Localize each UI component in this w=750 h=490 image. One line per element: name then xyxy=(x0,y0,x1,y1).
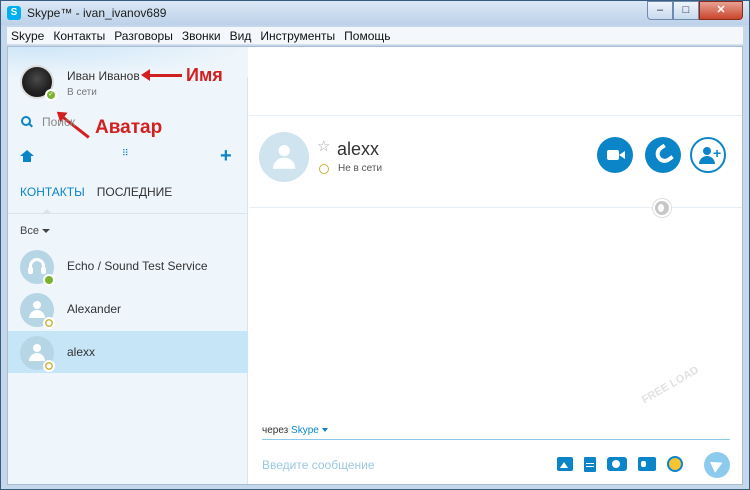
active-tab-indicator xyxy=(42,209,52,214)
audio-call-button[interactable] xyxy=(645,137,681,173)
message-input[interactable] xyxy=(262,455,542,475)
contact-name: Alexander xyxy=(67,302,122,316)
menu-view[interactable]: Вид xyxy=(230,29,252,43)
add-contact-icon: + xyxy=(699,145,722,165)
close-button[interactable]: ✕ xyxy=(699,1,743,20)
contact-filter-dropdown[interactable]: Все xyxy=(20,225,50,237)
minimize-button[interactable]: – xyxy=(647,1,673,20)
video-call-button[interactable] xyxy=(597,137,633,173)
favorite-star-icon[interactable]: ☆ xyxy=(317,137,330,155)
dialpad-icon[interactable]: ⠿ xyxy=(122,150,134,163)
video-camera-icon xyxy=(607,150,625,160)
person-icon xyxy=(29,301,45,319)
skype-app-icon: S xyxy=(7,6,21,20)
conversation-pane: ☆ alexx Не в сети + FREE LOAD через Skyp… xyxy=(249,47,742,484)
headset-icon xyxy=(28,258,46,274)
globe-icon[interactable] xyxy=(653,199,671,217)
contact-name: Echo / Sound Test Service xyxy=(67,259,208,273)
contact-name: alexx xyxy=(67,345,96,359)
online-status-icon xyxy=(43,274,55,286)
search-box[interactable]: Поиск xyxy=(20,113,140,131)
window-title: Skype™ - ivan_ivanov689 xyxy=(27,6,167,20)
title-bar: S Skype™ - ivan_ivanov689 – □ ✕ xyxy=(1,1,749,25)
filter-label: Все xyxy=(20,225,39,237)
menu-skype[interactable]: Skype xyxy=(11,29,44,43)
sidebar: ✓ Иван Иванов В сети Имя Аватар Поиск ⠿ … xyxy=(8,47,248,484)
add-contact-button[interactable]: + xyxy=(220,145,232,167)
tab-contacts[interactable]: КОНТАКТЫ xyxy=(20,185,85,205)
chat-contact-status: Не в сети xyxy=(338,163,383,174)
add-people-button[interactable]: + xyxy=(690,137,726,173)
header-divider xyxy=(249,115,742,116)
via-label: через xyxy=(262,425,289,436)
menu-help[interactable]: Помощь xyxy=(344,29,390,43)
search-icon xyxy=(20,115,34,129)
menu-bar: Skype Контакты Разговоры Звонки Вид Инст… xyxy=(7,27,743,45)
tab-recent[interactable]: ПОСЛЕДНИЕ xyxy=(97,185,173,205)
input-divider xyxy=(262,439,730,440)
menu-calls[interactable]: Звонки xyxy=(182,29,221,43)
menu-tools[interactable]: Инструменты xyxy=(260,29,335,43)
chevron-down-icon xyxy=(321,428,328,433)
watermark: FREE LOAD xyxy=(639,364,701,407)
chat-contact-name[interactable]: alexx xyxy=(337,139,379,160)
send-file-icon[interactable] xyxy=(584,456,596,472)
chevron-down-icon xyxy=(41,229,50,234)
search-label[interactable]: Поиск xyxy=(42,115,75,129)
person-icon xyxy=(273,145,304,179)
offline-status-icon xyxy=(43,360,55,372)
profile-name[interactable]: Иван Иванов xyxy=(67,69,140,83)
online-status-icon: ✓ xyxy=(45,89,57,101)
via-service[interactable]: Skype xyxy=(291,425,319,436)
contact-item-alexander[interactable]: Alexander xyxy=(8,288,248,330)
contact-avatar[interactable] xyxy=(259,132,309,182)
window-controls: – □ ✕ xyxy=(647,1,743,20)
skype-window: S Skype™ - ivan_ivanov689 – □ ✕ Skype Ко… xyxy=(0,0,750,490)
via-selector[interactable]: через Skype xyxy=(262,425,328,436)
contact-item-alexx[interactable]: alexx xyxy=(8,331,248,373)
maximize-button[interactable]: □ xyxy=(673,1,699,20)
person-icon xyxy=(29,344,45,362)
home-icon[interactable] xyxy=(20,150,34,164)
profile-status[interactable]: В сети xyxy=(67,87,97,98)
plus-icon: + xyxy=(713,145,722,161)
video-message-icon[interactable] xyxy=(607,457,627,471)
contact-tabs: КОНТАКТЫ ПОСЛЕДНИЕ xyxy=(20,185,184,205)
sidebar-toolbar: ⠿ + xyxy=(8,145,248,169)
contact-item-echo[interactable]: Echo / Sound Test Service xyxy=(8,245,248,287)
send-image-icon[interactable] xyxy=(557,457,573,471)
send-button[interactable] xyxy=(704,452,730,478)
offline-status-icon xyxy=(43,317,55,329)
menu-conversations[interactable]: Разговоры xyxy=(114,29,173,43)
emoticon-icon[interactable] xyxy=(667,456,683,472)
compose-toolbar xyxy=(557,453,694,475)
offline-status-icon xyxy=(319,164,329,174)
name-arrow-icon xyxy=(141,69,182,81)
name-annotation: Имя xyxy=(186,65,223,85)
app-content: ✓ Иван Иванов В сети Имя Аватар Поиск ⠿ … xyxy=(7,46,743,485)
phone-icon xyxy=(652,143,674,167)
chat-header: ☆ alexx Не в сети + xyxy=(249,127,742,187)
send-contact-icon[interactable] xyxy=(638,457,656,471)
menu-contacts[interactable]: Контакты xyxy=(53,29,105,43)
